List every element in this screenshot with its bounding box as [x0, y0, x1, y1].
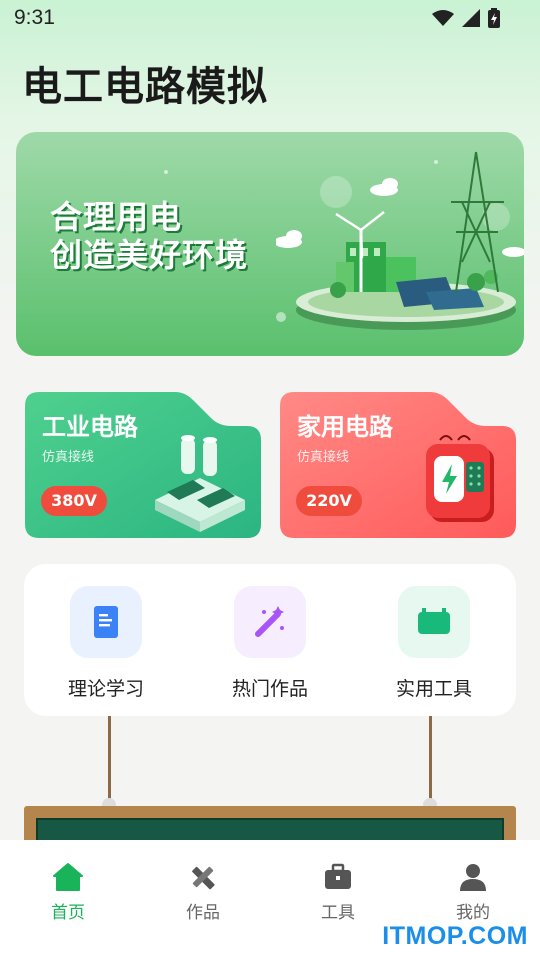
- nav-profile-label: 我的: [456, 903, 490, 923]
- nav-home-label: 首页: [51, 903, 85, 923]
- quick-link-theory[interactable]: 理论学习: [36, 586, 176, 700]
- pencil-ruler-icon: [192, 866, 215, 890]
- battery-icon: [488, 8, 500, 28]
- home-card-subtitle: 仿真接线: [297, 450, 350, 465]
- promo-banner[interactable]: 合理用电 创造美好环境: [16, 132, 524, 356]
- banner-line-2: 创造美好环境: [50, 236, 249, 274]
- status-time: 9:31: [14, 6, 55, 29]
- home-card-title: 家用电路: [297, 413, 393, 441]
- nav-tools[interactable]: 工具: [298, 862, 378, 923]
- quick-link-popular[interactable]: 热门作品: [200, 586, 340, 700]
- signal-icon: [462, 9, 480, 27]
- board-nail-right: [423, 798, 437, 806]
- quick-link-tools-label: 实用工具: [395, 678, 472, 700]
- board-rope-right: [429, 716, 432, 802]
- nav-tools-label: 工具: [321, 903, 355, 923]
- magic-wand-icon: [255, 606, 284, 637]
- user-icon: [460, 864, 486, 891]
- green-energy-illustration: [276, 151, 524, 330]
- page-title: 电工电路模拟: [22, 64, 268, 110]
- status-bar: 9:31: [0, 0, 540, 38]
- nav-home[interactable]: 首页: [28, 862, 108, 923]
- industrial-card-subtitle: 仿真接线: [42, 450, 95, 465]
- banner-slogan: 合理用电 创造美好环境: [50, 198, 248, 274]
- quick-link-theory-label: 理论学习: [67, 678, 144, 700]
- voltage-badge-380: 380V: [41, 486, 107, 516]
- toolbox-icon: [418, 608, 450, 634]
- watermark: ITMOP.COM: [382, 922, 528, 950]
- nav-works[interactable]: 作品: [163, 862, 243, 923]
- wifi-icon: [432, 10, 454, 26]
- nav-profile[interactable]: 我的: [433, 862, 513, 923]
- home-circuit-card[interactable]: 家用电路 仿真接线 220V: [280, 392, 516, 538]
- quick-links-panel: 理论学习 热门作品 实用工具: [24, 564, 516, 716]
- power-socket-icon: [426, 435, 494, 522]
- home-icon: [53, 863, 83, 891]
- briefcase-icon: [325, 863, 351, 889]
- factory-icon: [155, 435, 245, 532]
- quick-link-tools[interactable]: 实用工具: [364, 586, 504, 700]
- document-icon: [94, 606, 118, 638]
- industrial-circuit-card[interactable]: 工业电路 仿真接线 380V: [25, 392, 261, 538]
- quick-link-popular-label: 热门作品: [231, 678, 308, 700]
- board-rope-left: [108, 716, 111, 802]
- voltage-badge-220: 220V: [296, 486, 362, 516]
- banner-line-1: 合理用电: [50, 198, 183, 236]
- board-nail-left: [102, 798, 116, 806]
- industrial-card-title: 工业电路: [42, 413, 138, 441]
- nav-works-label: 作品: [186, 903, 220, 923]
